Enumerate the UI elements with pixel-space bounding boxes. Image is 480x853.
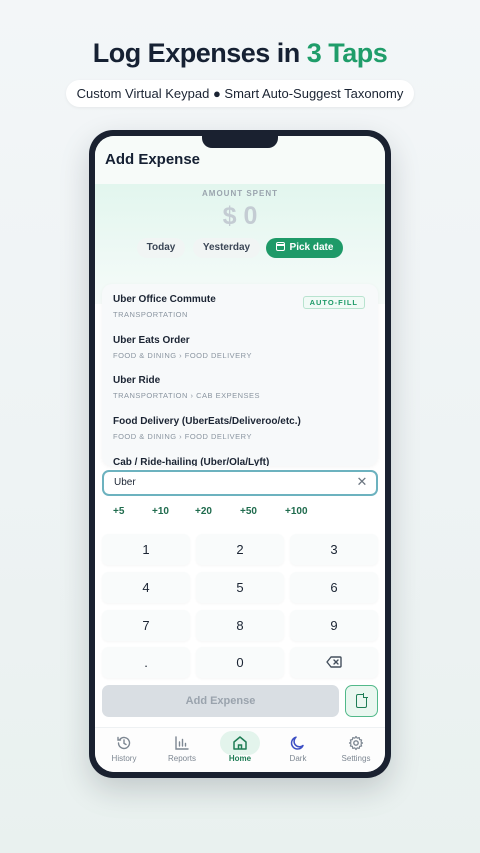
nav-item-settings[interactable]: Settings: [327, 728, 385, 772]
nav-label-reports: Reports: [167, 754, 196, 763]
quick-add-row: +5 +10 +20 +50 +100: [95, 506, 385, 522]
marketing-headline: Log Expenses in 3 Taps: [0, 38, 480, 69]
amount-display: $ 0: [95, 202, 385, 231]
backspace-button[interactable]: [290, 647, 378, 678]
history-icon: [117, 736, 131, 750]
suggestion-item[interactable]: Uber Ride TRANSPORTATION › CAB EXPENSES: [113, 375, 369, 415]
keypad-key-8[interactable]: 8: [196, 610, 284, 641]
chip-pick-date[interactable]: Pick date: [266, 238, 343, 258]
headline-text: Log Expenses in: [92, 38, 307, 68]
keypad-key-6[interactable]: 6: [290, 572, 378, 603]
moon-icon: [290, 736, 304, 750]
nav-item-history[interactable]: History: [95, 728, 153, 772]
suggestion-list: Uber Office Commute TRANSPORTATION AUTO-…: [102, 284, 378, 466]
quick-add-button[interactable]: +5: [113, 506, 124, 517]
suggestion-item[interactable]: Uber Eats Order FOOD & DINING › FOOD DEL…: [113, 335, 369, 375]
search-input-value: Uber: [114, 477, 136, 488]
home-icon: [233, 736, 247, 750]
nav-item-dark[interactable]: Dark: [269, 728, 327, 772]
chip-today[interactable]: Today: [137, 238, 185, 258]
suggestion-item[interactable]: Uber Office Commute TRANSPORTATION AUTO-…: [113, 294, 369, 334]
suggestion-item[interactable]: Cab / Ride-hailing (Uber/Ola/Lyft): [113, 457, 369, 466]
suggestion-item[interactable]: Food Delivery (UberEats/Deliveroo/etc.) …: [113, 416, 369, 456]
chip-pick-date-label: Pick date: [289, 242, 334, 253]
quick-add-button[interactable]: +50: [240, 506, 257, 517]
keypad-key-2[interactable]: 2: [196, 534, 284, 565]
calendar-icon: [275, 242, 285, 251]
nav-label-settings: Settings: [341, 754, 371, 763]
nav-label-home: Home: [228, 754, 252, 763]
document-icon: [356, 693, 368, 708]
nav-item-reports[interactable]: Reports: [153, 728, 211, 772]
nav-item-home[interactable]: Home: [211, 728, 269, 772]
keypad-key-7[interactable]: 7: [102, 610, 190, 641]
suggestion-title: Uber Ride: [113, 375, 161, 386]
marketing-subtitle: Custom Virtual Keypad ● Smart Auto-Sugge…: [66, 80, 414, 107]
add-expense-button[interactable]: Add Expense: [102, 685, 339, 717]
currency-symbol: $: [222, 202, 237, 230]
suggestion-title: Cab / Ride-hailing (Uber/Ola/Lyft): [113, 457, 270, 466]
quick-add-button[interactable]: +100: [285, 506, 308, 517]
reports-icon: [175, 736, 189, 750]
keypad-key-decimal[interactable]: .: [102, 647, 190, 678]
bottom-nav: History Reports Home Dark Settings: [95, 727, 385, 772]
gear-icon: [348, 735, 364, 751]
auto-fill-badge[interactable]: AUTO-FILL: [302, 296, 365, 309]
keypad-key-9[interactable]: 9: [290, 610, 378, 641]
chip-yesterday[interactable]: Yesterday: [193, 238, 260, 258]
amount-label: AMOUNT SPENT: [202, 189, 278, 198]
suggestion-category: FOOD & DINING › FOOD DELIVERY: [113, 432, 252, 441]
page-title: Add Expense: [105, 151, 201, 168]
suggestion-category: FOOD & DINING › FOOD DELIVERY: [113, 351, 252, 360]
backspace-icon: [326, 656, 342, 668]
quick-add-button[interactable]: +20: [195, 506, 212, 517]
quick-add-button[interactable]: +10: [152, 506, 169, 517]
nav-label-history: History: [111, 754, 137, 763]
receipt-button[interactable]: [345, 685, 378, 717]
keypad-key-1[interactable]: 1: [102, 534, 190, 565]
keypad-key-3[interactable]: 3: [290, 534, 378, 565]
close-icon[interactable]: ✕: [355, 475, 369, 489]
nav-label-dark: Dark: [289, 754, 307, 763]
suggestion-title: Uber Eats Order: [113, 335, 190, 346]
search-input[interactable]: Uber ✕: [102, 470, 378, 496]
keypad-key-5[interactable]: 5: [196, 572, 284, 603]
amount-value: 0: [243, 202, 258, 230]
headline-accent: 3 Taps: [306, 38, 388, 68]
phone-notch: [202, 130, 278, 148]
date-chip-row: Today Yesterday Pick date: [95, 238, 385, 258]
keypad-key-4[interactable]: 4: [102, 572, 190, 603]
keypad-key-0[interactable]: 0: [196, 647, 284, 678]
app-screen: Add Expense AMOUNT SPENT $ 0 Today Yeste…: [95, 136, 385, 772]
suggestion-category: TRANSPORTATION: [113, 310, 188, 319]
suggestion-category: TRANSPORTATION › CAB EXPENSES: [113, 391, 261, 400]
suggestion-title: Food Delivery (UberEats/Deliveroo/etc.): [113, 416, 301, 427]
